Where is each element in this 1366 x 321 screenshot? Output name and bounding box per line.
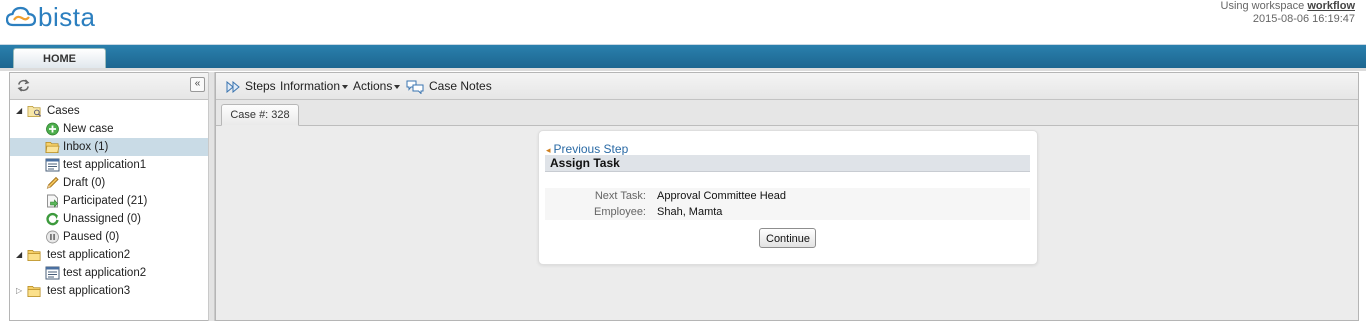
tree-item-participated[interactable]: Participated (21) [10,192,208,210]
tree-item-label: Draft (0) [63,177,106,189]
tree-item-inbox[interactable]: Inbox (1) [10,138,208,156]
collapse-toggle-icon[interactable]: ▷ [16,282,24,300]
main-nav-bar: HOME [0,44,1366,69]
next-task-value: Approval Committee Head [657,190,787,202]
collapse-panel-button[interactable]: « [190,77,205,92]
tree-item-test-application3-folder[interactable]: ▷ test application3 [10,282,208,300]
pause-icon [46,230,59,244]
previous-arrow-icon: ◂ [546,145,551,155]
actions-label: Actions [353,79,393,93]
app-header: bista Using workspace workflow 2015-08-0… [0,0,1366,44]
participated-icon [47,194,58,208]
double-chevron-left-icon: « [194,78,201,89]
tree-item-label: Unassigned (0) [63,213,141,225]
cases-tree: ◢ Cases New case Inbox (1) test applicat… [10,100,208,300]
tree-item-label: New case [63,123,114,135]
case-tabstrip: Case #: 328 [216,100,1358,126]
folder-icon [27,285,41,297]
logo-text: bista [38,2,96,32]
tree-item-label: Paused (0) [63,231,120,243]
tree-item-test-application1[interactable]: test application1 [10,156,208,174]
tree-item-label: test application1 [63,159,147,171]
continue-button[interactable]: Continue [759,228,816,248]
case-panel: Steps Information Actions Case Notes Cas… [215,72,1359,321]
case-notes-label: Case Notes [429,79,492,93]
inbox-folder-icon [45,141,60,153]
tree-item-label: test application2 [63,267,147,279]
bista-logo[interactable]: bista [6,2,95,32]
previous-step-label: Previous Step [553,142,629,156]
step-card: ◂ Previous Step Assign Task Next Task: Ap… [538,130,1038,265]
tree-item-label: Cases [47,105,80,117]
step-title: Assign Task [545,155,1030,172]
workspace-datetime: 2015-08-06 16:19:47 [1252,13,1355,25]
fast-forward-icon [226,80,240,93]
tree-item-label: test application3 [47,285,131,297]
workspace-info: Using workspace workflow 2015-08-06 16:1… [1221,0,1356,26]
cases-panel-toolbar: « [10,73,208,100]
tree-item-test-application2[interactable]: test application2 [10,264,208,282]
information-label: Information [280,79,341,93]
nav-divider [0,68,1366,71]
cases-folder-icon [27,105,41,117]
tree-item-test-application2-folder[interactable]: ◢ test application2 [10,246,208,264]
steps-button[interactable]: Steps [226,73,276,100]
tree-item-label: Participated (21) [63,195,148,207]
expand-toggle-icon[interactable]: ◢ [16,246,24,264]
cloud-logo-icon [6,6,36,27]
refresh-icon[interactable] [16,78,31,93]
tab-home[interactable]: HOME [13,48,106,69]
form-icon [45,266,60,280]
speech-bubbles-icon [406,80,424,95]
case-notes-button[interactable]: Case Notes [406,73,492,100]
folder-icon [27,249,41,261]
cases-panel: « ◢ Cases New case Inbox (1) test applic… [9,72,209,321]
tree-item-draft[interactable]: Draft (0) [10,174,208,192]
next-task-row: Next Task: Approval Committee Head [545,188,1030,204]
tree-item-new-case[interactable]: New case [10,120,208,138]
steps-label: Steps [245,79,276,93]
tree-item-paused[interactable]: Paused (0) [10,228,208,246]
actions-menu[interactable]: Actions [353,73,401,100]
panel-splitter[interactable] [208,72,215,321]
next-task-label: Next Task: [594,190,646,202]
employee-row: Employee: Shah, Mamta [545,204,1030,220]
form-icon [45,158,60,172]
case-toolbar: Steps Information Actions Case Notes [216,73,1358,100]
workspace-prefix: Using workspace [1220,0,1305,12]
caret-down-icon [394,84,401,89]
pencil-icon [46,176,59,189]
new-case-icon [46,122,59,136]
tree-item-unassigned[interactable]: Unassigned (0) [10,210,208,228]
employee-value: Shah, Mamta [657,206,723,218]
unassigned-icon [46,212,59,226]
employee-label: Employee: [594,206,646,218]
tab-case[interactable]: Case #: 328 [221,104,299,126]
tree-item-cases[interactable]: ◢ Cases [10,102,208,120]
workspace-link[interactable]: workflow [1307,0,1355,12]
tree-item-label: Inbox (1) [63,141,109,153]
expand-toggle-icon[interactable]: ◢ [16,102,24,120]
caret-down-icon [342,84,349,89]
tree-item-label: test application2 [47,249,131,261]
information-menu[interactable]: Information [280,73,349,100]
